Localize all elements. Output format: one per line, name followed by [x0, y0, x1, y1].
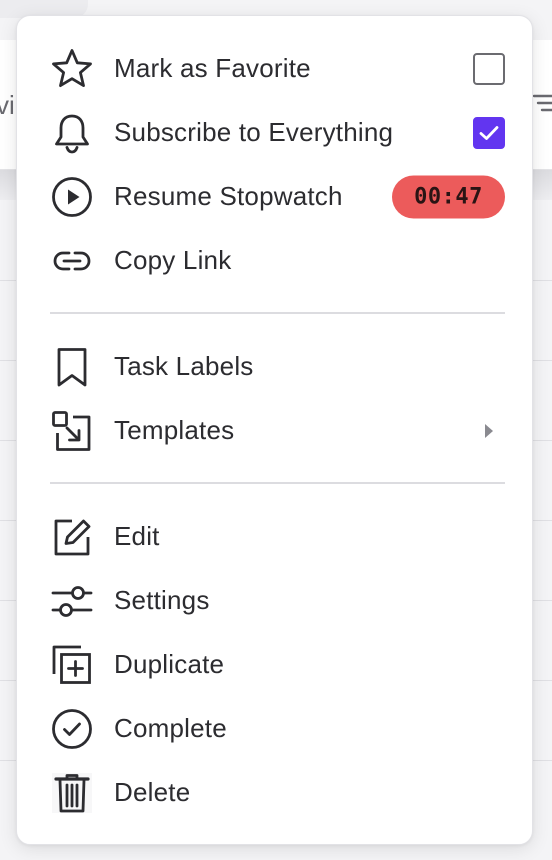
- menu-item-favorite[interactable]: Mark as Favorite: [17, 41, 532, 97]
- checkmark-icon: [479, 126, 499, 140]
- filter-icon[interactable]: [532, 92, 552, 114]
- background-text: vi: [0, 90, 15, 120]
- menu-item-label: Duplicate: [114, 648, 225, 679]
- menu-item-label: Settings: [114, 584, 210, 615]
- menu-item-templates[interactable]: Templates: [17, 403, 532, 459]
- menu-item-complete[interactable]: Complete: [17, 701, 532, 757]
- menu-item-label: Complete: [114, 712, 227, 743]
- menu-item-label: Delete: [114, 776, 191, 807]
- subscribe-checkbox[interactable]: [473, 117, 505, 149]
- edit-icon: [50, 515, 94, 559]
- menu-item-edit[interactable]: Edit: [17, 509, 532, 565]
- menu-item-delete[interactable]: Delete: [17, 765, 532, 821]
- menu-item-copy-link[interactable]: Copy Link: [17, 233, 532, 289]
- star-icon: [50, 47, 94, 91]
- duplicate-icon: [50, 643, 94, 687]
- template-icon: [50, 409, 94, 453]
- menu-item-label: Edit: [114, 520, 160, 551]
- menu-item-label: Templates: [114, 414, 235, 445]
- menu-item-label: Subscribe to Everything: [114, 116, 394, 147]
- play-circle-icon: [50, 175, 94, 219]
- menu-item-duplicate[interactable]: Duplicate: [17, 637, 532, 693]
- menu-item-task-labels[interactable]: Task Labels: [17, 339, 532, 395]
- stopwatch-time-badge: 00:47: [392, 175, 505, 219]
- menu-item-label: Task Labels: [114, 350, 254, 381]
- menu-item-stopwatch[interactable]: Resume Stopwatch 00:47: [17, 169, 532, 225]
- context-menu: Mark as Favorite Subscribe to Everything…: [16, 15, 533, 845]
- menu-divider: [50, 312, 505, 314]
- menu-divider: [50, 482, 505, 484]
- check-circle-icon: [50, 707, 94, 751]
- menu-item-settings[interactable]: Settings: [17, 573, 532, 629]
- favorite-checkbox[interactable]: [473, 53, 505, 85]
- menu-item-label: Mark as Favorite: [114, 52, 311, 83]
- chevron-right-icon: [485, 424, 493, 438]
- sliders-icon: [50, 579, 94, 623]
- bell-icon: [50, 111, 94, 155]
- menu-item-label: Copy Link: [114, 244, 232, 275]
- link-icon: [50, 239, 94, 283]
- menu-item-subscribe[interactable]: Subscribe to Everything: [17, 105, 532, 161]
- menu-item-label: Resume Stopwatch: [114, 180, 343, 211]
- bookmark-icon: [50, 345, 94, 389]
- trash-icon: [50, 771, 94, 815]
